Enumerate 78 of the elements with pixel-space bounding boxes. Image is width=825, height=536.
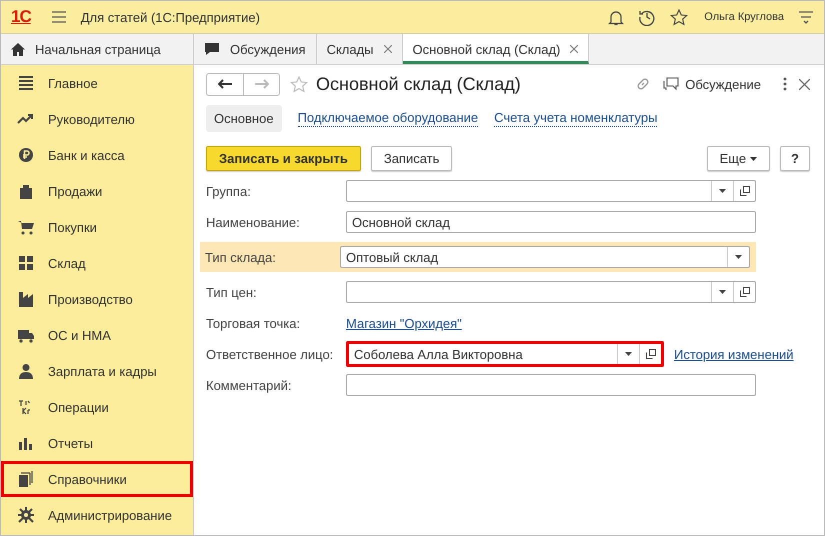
section-tab[interactable]: Счета учета номенклатуры: [494, 110, 658, 127]
back-button[interactable]: [206, 72, 243, 96]
field-label: Ответственное лицо:: [206, 346, 334, 362]
input-field[interactable]: [346, 180, 756, 202]
grid-icon: [17, 255, 35, 271]
discussion-button[interactable]: Обсуждение: [663, 76, 761, 92]
list-icon: [17, 75, 35, 91]
truck-icon: [17, 327, 35, 343]
books-icon: [17, 471, 35, 487]
bar-chart-icon: [17, 435, 35, 451]
history-link[interactable]: История изменений: [674, 346, 794, 362]
tab[interactable]: Основной склад (Склад): [402, 34, 590, 64]
sidebar-item[interactable]: Производство: [1, 281, 193, 317]
more-button[interactable]: Еще: [706, 146, 770, 171]
input-field[interactable]: Оптовый склад: [340, 246, 750, 268]
section-tab[interactable]: Основное: [206, 105, 282, 132]
sidebar-item[interactable]: Справочники: [1, 461, 193, 497]
input-field[interactable]: [346, 374, 756, 396]
open-icon: [740, 186, 750, 196]
window-title: Для статей (1С:Предприятие): [80, 10, 260, 24]
sidebar-item[interactable]: Продажи: [1, 173, 193, 209]
home-icon: [11, 42, 25, 56]
arrow-right-icon: [254, 79, 268, 89]
bag-icon: [17, 183, 35, 199]
save-button[interactable]: Записать: [370, 146, 452, 171]
star-icon[interactable]: [290, 76, 308, 92]
field-label: Группа:: [206, 184, 252, 198]
ruble-icon: [17, 147, 35, 163]
sidebar-item[interactable]: Операции: [1, 389, 193, 425]
bell-icon[interactable]: [608, 8, 624, 26]
sidebar-item[interactable]: Главное: [1, 65, 193, 101]
chat-icon: [663, 77, 680, 91]
close-icon[interactable]: [570, 45, 578, 53]
field-label: Торговая точка:: [206, 316, 302, 330]
input-field[interactable]: Основной склад: [346, 211, 756, 233]
sidebar-item[interactable]: ОС и НМА: [1, 317, 193, 353]
field-label: Наименование:: [206, 214, 301, 230]
factory-icon: [17, 291, 35, 307]
input-field[interactable]: [346, 281, 756, 303]
menu-icon[interactable]: [50, 10, 67, 24]
close-icon[interactable]: [799, 78, 810, 90]
sidebar-item[interactable]: Покупки: [1, 209, 193, 245]
field-label: Тип склада:: [205, 250, 277, 264]
sidebar-item[interactable]: Банк и касса: [1, 137, 193, 173]
user-name[interactable]: Ольга Круглова: [704, 11, 784, 23]
caret-icon: [719, 189, 726, 193]
star-icon[interactable]: [670, 8, 688, 26]
field-label: Тип цен:: [206, 284, 258, 300]
close-icon[interactable]: [384, 45, 392, 53]
caret-icon: [625, 352, 632, 356]
caret-icon: [750, 156, 758, 160]
input-field[interactable]: Соболева Алла Викторовна: [346, 341, 664, 367]
caret-icon: [719, 290, 726, 294]
person-icon: [17, 363, 35, 379]
open-icon: [740, 287, 750, 297]
chat-icon: [204, 42, 220, 56]
sidebar-item[interactable]: Зарплата и кадры: [1, 353, 193, 389]
open-icon: [646, 349, 656, 359]
field-link[interactable]: Магазин "Орхидея": [346, 316, 462, 330]
section-tab[interactable]: Подключаемое оборудование: [298, 110, 478, 127]
help-button[interactable]: ?: [780, 146, 810, 171]
sidebar-item[interactable]: Отчеты: [1, 425, 193, 461]
save-close-button[interactable]: Записать и закрыть: [206, 146, 361, 171]
caret-icon: [735, 255, 742, 259]
menu-icon[interactable]: [798, 10, 814, 24]
more-icon[interactable]: [783, 77, 787, 91]
gear-icon: [17, 507, 35, 523]
arrow-left-icon: [218, 79, 232, 89]
tab[interactable]: Склады: [316, 34, 403, 64]
link-icon[interactable]: [635, 76, 652, 92]
field-label: Комментарий:: [206, 378, 292, 392]
sidebar-item[interactable]: Склад: [1, 245, 193, 281]
form-title: Основной склад (Склад): [316, 74, 521, 94]
sidebar-item[interactable]: Администрирование: [1, 497, 193, 533]
sidebar-item[interactable]: Руководителю: [1, 101, 193, 137]
cart-icon: [17, 219, 35, 235]
logo: 1С: [11, 7, 31, 27]
history-icon[interactable]: [638, 8, 656, 26]
